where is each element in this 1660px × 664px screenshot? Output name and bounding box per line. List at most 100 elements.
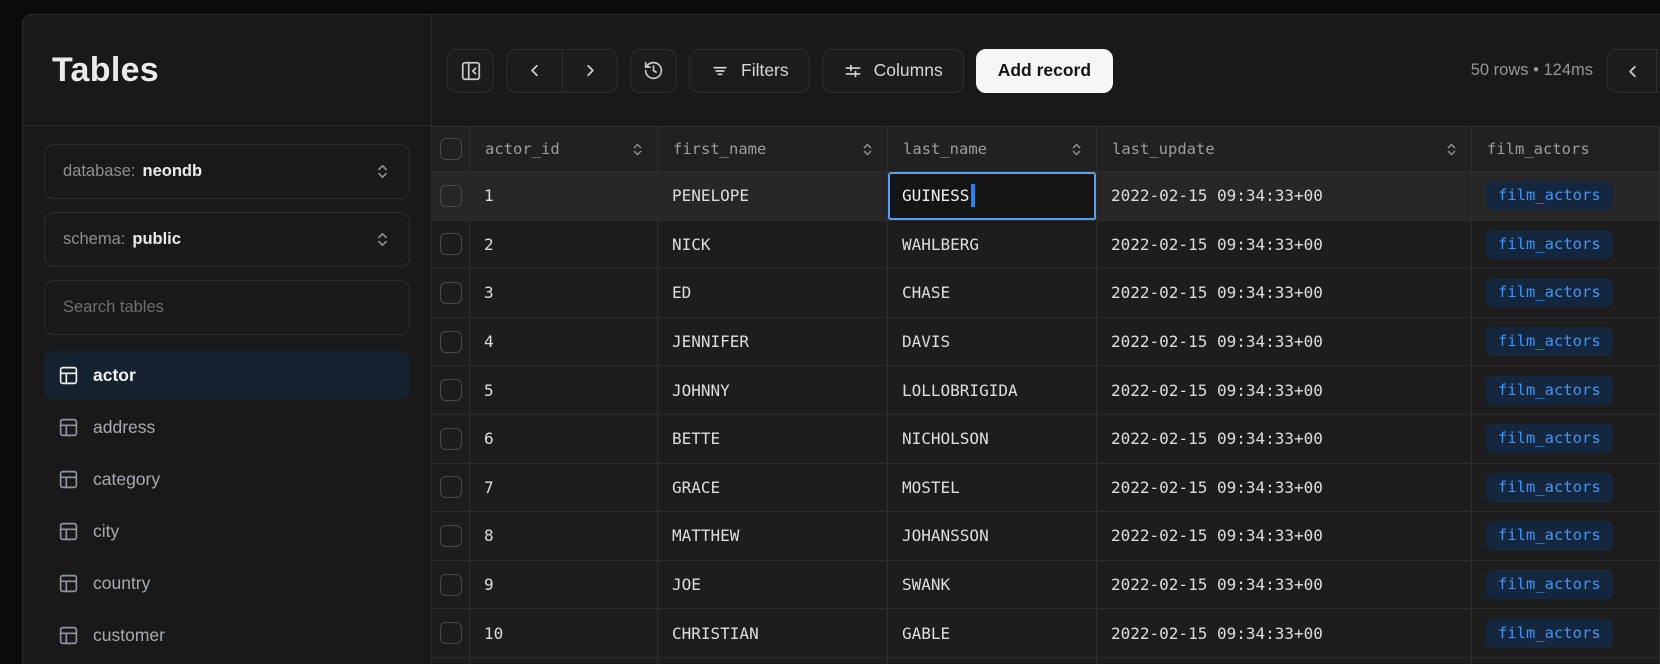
film-actors-link-badge[interactable]: film_actors — [1486, 473, 1613, 502]
cell-film_actors[interactable]: film_actors — [1472, 269, 1660, 318]
cell-first_name[interactable]: JENNIFER — [658, 318, 888, 367]
row-checkbox[interactable] — [440, 428, 462, 450]
next-page-button[interactable] — [562, 50, 617, 92]
cell-actor_id[interactable]: 1 — [470, 172, 658, 221]
row-checkbox[interactable] — [440, 282, 462, 304]
film-actors-link-badge[interactable]: film_actors — [1486, 570, 1613, 599]
row-checkbox[interactable] — [440, 185, 462, 207]
sort-icon[interactable] — [630, 141, 645, 158]
cell-actor_id[interactable]: 8 — [470, 512, 658, 561]
cell-film_actors[interactable]: film_actors — [1472, 609, 1660, 658]
sidebar-item-city[interactable]: city — [44, 507, 410, 555]
cell-first_name[interactable]: MATTHEW — [658, 512, 888, 561]
row-checkbox[interactable] — [440, 233, 462, 255]
collapse-sidebar-button[interactable] — [447, 49, 494, 93]
cell-last_update[interactable]: 2022-02-15 09:34:33+00 — [1097, 609, 1472, 658]
cell-film_actors[interactable]: film_actors — [1472, 221, 1660, 270]
film-actors-link-badge[interactable]: film_actors — [1486, 424, 1613, 453]
row-checkbox[interactable] — [440, 331, 462, 353]
cell-film_actors[interactable]: film_actors — [1472, 561, 1660, 610]
cell-last_update[interactable]: 2022-02-15 09:34:33+00 — [1097, 512, 1472, 561]
cell-last_name[interactable]: GABLE — [888, 609, 1097, 658]
row-checkbox[interactable] — [440, 379, 462, 401]
column-header-last_name[interactable]: last_name — [888, 127, 1097, 171]
row-checkbox[interactable] — [440, 476, 462, 498]
cell-first_name[interactable]: NICK — [658, 221, 888, 270]
cell-last_name[interactable]: NICHOLSON — [888, 415, 1097, 464]
cell-first_name[interactable]: JOHNNY — [658, 366, 888, 415]
film-actors-link-badge[interactable]: film_actors — [1486, 619, 1613, 648]
sidebar-item-category[interactable]: category — [44, 455, 410, 503]
collapse-right-panel-button[interactable] — [1608, 50, 1656, 92]
cell-actor_id[interactable]: 9 — [470, 561, 658, 610]
row-checkbox[interactable] — [440, 574, 462, 596]
search-tables-box — [44, 280, 410, 335]
column-header-first_name[interactable]: first_name — [658, 127, 888, 171]
history-button[interactable] — [630, 49, 677, 93]
cell-film_actors[interactable]: film_actors — [1472, 464, 1660, 513]
cell-first_name[interactable]: ED — [658, 269, 888, 318]
sidebar-item-customer[interactable]: customer — [44, 611, 410, 659]
film-actors-link-badge[interactable]: film_actors — [1486, 278, 1613, 307]
previous-page-button[interactable] — [507, 50, 562, 92]
filters-button[interactable]: Filters — [689, 49, 810, 93]
film-actors-link-badge[interactable]: film_actors — [1486, 521, 1613, 550]
cell-last_update[interactable]: 2022-02-15 09:34:33+00 — [1097, 464, 1472, 513]
cell-film_actors[interactable]: film_actors — [1472, 415, 1660, 464]
database-select[interactable]: database: neondb — [44, 144, 410, 199]
cell-actor_id[interactable]: 3 — [470, 269, 658, 318]
cell-last_name[interactable]: JOHANSSON — [888, 512, 1097, 561]
cell-last_update[interactable]: 2022-02-15 09:34:33+00 — [1097, 221, 1472, 270]
cell-last_update[interactable]: 2022-02-15 09:34:33+00 — [1097, 561, 1472, 610]
cell-last_name[interactable]: SWANK — [888, 561, 1097, 610]
sidebar-item-address[interactable]: address — [44, 403, 410, 451]
row-checkbox[interactable] — [440, 622, 462, 644]
cell-last_name[interactable]: LOLLOBRIGIDA — [888, 366, 1097, 415]
film-actors-link-badge[interactable]: film_actors — [1486, 376, 1613, 405]
sidebar-item-actor[interactable]: actor — [44, 351, 410, 399]
column-header-actor_id[interactable]: actor_id — [470, 127, 658, 171]
cell-last_update[interactable]: 2022-02-15 09:34:33+00 — [1097, 269, 1472, 318]
cell-last_update[interactable]: 2022-02-15 09:34:33+00 — [1097, 366, 1472, 415]
search-tables-input[interactable] — [63, 298, 391, 317]
cell-actor_id[interactable]: 10 — [470, 609, 658, 658]
cell-actor_id[interactable]: 5 — [470, 366, 658, 415]
cell-film_actors[interactable]: film_actors — [1472, 172, 1660, 221]
cell-first_name[interactable]: CHRISTIAN — [658, 609, 888, 658]
add-record-button[interactable]: Add record — [976, 49, 1113, 93]
cell-last_update[interactable]: 2022-02-15 09:34:33+00 — [1097, 318, 1472, 367]
cell-actor_id[interactable]: 4 — [470, 318, 658, 367]
cell-last_update[interactable]: 2022-02-15 09:34:33+00 — [1097, 415, 1472, 464]
cell-actor_id[interactable]: 6 — [470, 415, 658, 464]
cell-last_name-editing[interactable]: GUINESS — [888, 172, 1097, 221]
cell-last_update[interactable]: 2022-02-15 09:34:33+00 — [1097, 172, 1472, 221]
cell-first_name[interactable]: PENELOPE — [658, 172, 888, 221]
column-header-film_actors[interactable]: film_actors — [1472, 127, 1660, 171]
columns-button[interactable]: Columns — [822, 49, 964, 93]
sort-icon[interactable] — [860, 141, 875, 158]
sidebar-item-country[interactable]: country — [44, 559, 410, 607]
film-actors-link-badge[interactable]: film_actors — [1486, 327, 1613, 356]
sort-icon[interactable] — [1444, 141, 1459, 158]
cell-last_name[interactable]: MOSTEL — [888, 464, 1097, 513]
schema-select[interactable]: schema: public — [44, 212, 410, 267]
cell-actor_id[interactable]: 7 — [470, 464, 658, 513]
cell-first_name[interactable]: GRACE — [658, 464, 888, 513]
row-checkbox[interactable] — [440, 525, 462, 547]
film-actors-link-badge[interactable]: film_actors — [1486, 230, 1613, 259]
film-actors-link-badge[interactable]: film_actors — [1486, 181, 1613, 210]
collapse-right-panel-segment[interactable] — [1656, 50, 1660, 92]
sort-icon[interactable] — [1069, 141, 1084, 158]
cell-last_name[interactable]: CHASE — [888, 269, 1097, 318]
select-all-checkbox[interactable] — [440, 138, 462, 160]
cell-first_name[interactable]: BETTE — [658, 415, 888, 464]
column-header-last_update[interactable]: last_update — [1097, 127, 1472, 171]
cell-actor_id[interactable]: 2 — [470, 221, 658, 270]
cell-first_name[interactable]: JOE — [658, 561, 888, 610]
cell-film_actors[interactable]: film_actors — [1472, 318, 1660, 367]
cell-last_name[interactable]: DAVIS — [888, 318, 1097, 367]
cell-last_name[interactable]: WAHLBERG — [888, 221, 1097, 270]
cell-film_actors[interactable]: film_actors — [1472, 366, 1660, 415]
cell-film_actors[interactable]: film_actors — [1472, 512, 1660, 561]
history-icon — [643, 60, 664, 81]
